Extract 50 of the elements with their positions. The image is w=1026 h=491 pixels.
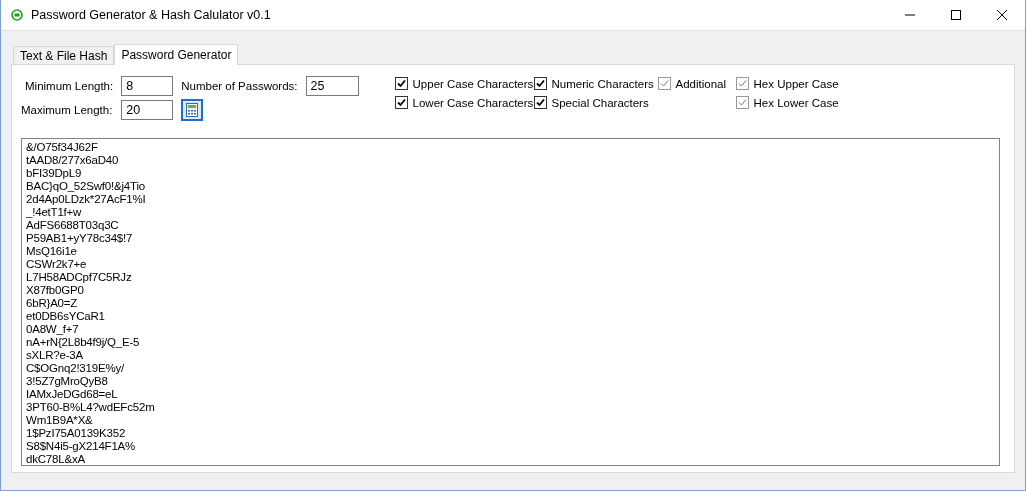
checkbox-label: Lower Case Characters — [412, 96, 534, 109]
text-field[interactable]: 20 — [121, 100, 174, 120]
checkbox[interactable] — [394, 77, 408, 90]
password-text: IAMxJeDGd68=eL — [26, 388, 119, 401]
password-text: &/O75f34J62F — [26, 141, 99, 154]
password-text: nA+rN{2L8b4f9j/Q_E-5 — [26, 336, 141, 349]
tab[interactable]: Text & File Hash — [13, 46, 115, 64]
calculator-button[interactable] — [181, 99, 204, 121]
password-text: L7H58ADCpf7C5RJz — [26, 271, 133, 284]
password-text: 3!5Z7gMroQyB8 — [26, 375, 109, 388]
window-title: Password Generator & Hash Calulator v0.1 — [31, 8, 272, 22]
close-icon — [997, 10, 1007, 20]
password-text: _!4etT1f+w — [26, 206, 83, 219]
password-text: AdFS6688T03q3C — [26, 219, 120, 232]
maximize-icon — [951, 10, 961, 20]
password-text: dkC78L&xA — [26, 453, 86, 465]
calculator-icon — [186, 103, 199, 117]
checkbox-label: Numeric Characters — [551, 77, 654, 90]
checkbox-label: Upper Case Characters — [412, 77, 534, 90]
password-text: MsQ16i1e — [26, 245, 78, 258]
tab[interactable]: Password Generator — [114, 44, 239, 65]
checkbox-label: Hex Upper Case — [753, 77, 839, 90]
password-text: BAC}qO_52Swf0!&j4Tio — [26, 180, 146, 193]
checkbox[interactable] — [533, 77, 547, 90]
password-text: S8$N4i5-gX214F1A% — [26, 440, 137, 453]
password-text: 1$PzI75A0139K352 — [26, 427, 127, 440]
checkbox-label: Additional — [675, 77, 727, 90]
password-text: 6bR}A0=Z — [26, 297, 79, 310]
password-text: et0DB6sYCaR1 — [26, 310, 106, 323]
password-text: Wm1B9A*X& — [26, 414, 94, 427]
checkbox[interactable] — [533, 96, 547, 109]
field-label: Maximum Length: — [21, 104, 114, 116]
password-text: C$OGnq2!319E%y/ — [26, 362, 125, 375]
password-text: sXLR?e-3A — [26, 349, 84, 362]
password-text: CSWr2k7+e — [26, 258, 88, 271]
text-field[interactable]: 25 — [305, 76, 359, 96]
password-text: P59AB1+yY78c34$!7 — [26, 232, 134, 245]
password-text: 0A8W_f+7 — [26, 323, 80, 336]
field-label: Minimum Length: — [24, 80, 114, 92]
password-text: 3PT60-B%L4?wdEFc52m — [26, 401, 156, 414]
text-field[interactable]: 8 — [121, 76, 174, 96]
password-text: 2d4Ap0LDzk*27AcF1%I — [26, 193, 147, 206]
checkbox[interactable] — [394, 96, 408, 109]
app-icon — [11, 9, 23, 21]
password-text: bFI39DpL9 — [26, 167, 83, 180]
field-label: Number of Passwords: — [181, 80, 298, 92]
password-text: tAAD8/277x6aD40 — [26, 154, 120, 167]
password-text: X87fb0GP0 — [26, 284, 85, 297]
checkbox-label: Hex Lower Case — [753, 96, 839, 109]
checkbox-label: Special Characters — [551, 96, 649, 109]
